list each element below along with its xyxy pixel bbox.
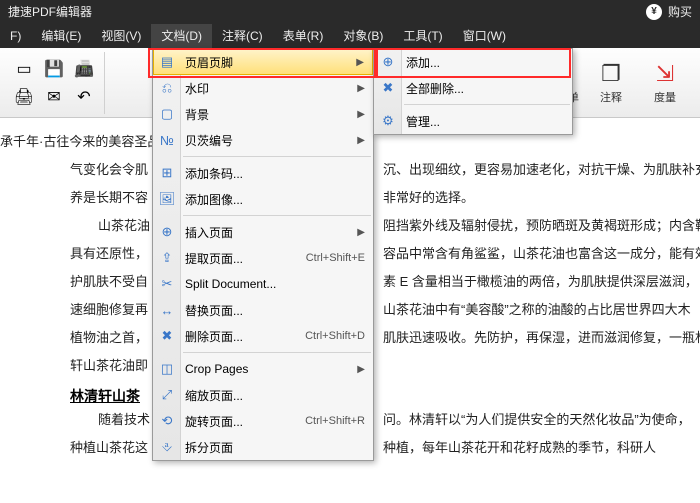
menu-item[interactable]: ◫ Crop Pages ▶ [153,356,373,382]
menu-item-label: 缩放页面... [185,387,243,404]
menu-view[interactable]: 视图(V) [91,24,151,48]
submenu-item-label: 全部删除... [406,80,464,97]
menu-item-label: 替换页面... [185,302,243,319]
scan-icon[interactable]: 📠 [70,56,98,82]
menu-file[interactable]: F) [0,24,31,48]
menu-form[interactable]: 表单(R) [273,24,334,48]
menu-item-label: Split Document... [185,277,276,291]
menu-item-icon: ⊞ [158,165,176,181]
menu-item-label: 删除页面... [185,328,243,345]
print-icon[interactable]: 🖨 [10,84,38,110]
menu-item-icon: ⤢ [158,387,176,403]
menu-item[interactable]: ⎌ 水印 ▶ [153,75,373,101]
menu-item-icon: ⎀ [158,439,176,455]
menu-item-label: 背景 [185,106,209,123]
menu-item-icon: № [158,133,176,148]
menu-item-icon: ✖ [158,328,176,344]
submenu-item-icon: ✖ [379,80,397,96]
menu-tool[interactable]: 工具(T) [393,24,452,48]
menu-item-icon: ▢ [158,106,176,122]
menu-item[interactable]: ✂ Split Document... [153,271,373,297]
chevron-right-icon: ▶ [357,83,365,94]
annotate-icon: ❐ [601,61,621,87]
menu-item-icon: 🖼 [158,191,176,207]
buy-label[interactable]: 购买 [668,0,692,24]
menu-item-icon: ⇪ [158,250,176,266]
menu-item-icon: ⎌ [158,80,176,96]
menu-item[interactable]: ✖删除页面...Ctrl+Shift+D [153,323,373,349]
menu-item-label: 水印 [185,80,209,97]
menu-item[interactable]: ⇪提取页面...Ctrl+Shift+E [153,245,373,271]
submenu-item[interactable]: ✖ 全部删除... [374,75,572,101]
currency-icon[interactable]: ¥ [646,4,662,20]
menu-item[interactable]: ⟲旋转页面...Ctrl+Shift+R [153,408,373,434]
menu-item-label: 插入页面 [185,224,233,241]
submenu-item[interactable]: ⊕ 添加... [374,49,572,75]
annotate-button[interactable]: ❐注释 [586,54,636,112]
menu-item-icon: ✂ [158,276,176,292]
new-doc-icon[interactable]: ▭ [10,56,38,82]
submenu-item-label: 管理... [406,113,440,130]
mail-icon[interactable]: ✉ [40,84,68,110]
titlebar: 捷速PDF编辑器 ¥ 购买 [0,0,700,24]
menu-comment[interactable]: 注释(C) [212,24,273,48]
menu-document[interactable]: 文档(D) [151,24,212,48]
undo-icon[interactable]: ↶ [70,84,98,110]
menu-item-icon: ▤ [158,54,176,70]
menu-item[interactable]: ⊞ 添加条码... [153,160,373,186]
menu-item[interactable]: ↔ 替换页面... [153,297,373,323]
menu-item-label: 添加条码... [185,165,243,182]
menu-item-label: 提取页面... [185,250,243,267]
menu-item[interactable]: ▢ 背景 ▶ [153,101,373,127]
menu-item-icon: ◫ [158,361,176,377]
menu-item[interactable]: ▤ 页眉页脚 ▶ [153,49,373,75]
menu-item-icon: ⟲ [158,413,176,429]
menu-item-label: 添加图像... [185,191,243,208]
chevron-right-icon: ▶ [357,364,365,375]
measure-button[interactable]: ⇲度量 [640,54,690,112]
toolgroup-file: ▭ 💾 📠 🖨 ✉ ↶ [4,52,105,114]
menu-item[interactable]: ⊕ 插入页面 ▶ [153,219,373,245]
header-footer-submenu: ⊕ 添加... ✖ 全部删除... ⚙ 管理... [373,48,573,135]
menu-item-label: Crop Pages [185,362,248,376]
chevron-right-icon: ▶ [357,135,365,146]
menu-edit[interactable]: 编辑(E) [31,24,91,48]
chevron-right-icon: ▶ [357,227,365,238]
menu-item-label: 页眉页脚 [185,54,233,71]
menu-item-icon: ⊕ [158,224,176,240]
app-title: 捷速PDF编辑器 [8,0,92,24]
menu-item[interactable]: № 贝茨编号 ▶ [153,127,373,153]
chevron-right-icon: ▶ [356,57,364,68]
menu-object[interactable]: 对象(B) [333,24,393,48]
menu-item[interactable]: 🖼 添加图像... [153,186,373,212]
menu-item-label: 旋转页面... [185,413,243,430]
menu-item-label: 贝茨编号 [185,132,233,149]
submenu-item-label: 添加... [406,54,440,71]
measure-icon: ⇲ [656,61,674,87]
submenu-item-icon: ⊕ [379,54,397,70]
menu-item-icon: ↔ [158,303,176,318]
menubar: F) 编辑(E) 视图(V) 文档(D) 注释(C) 表单(R) 对象(B) 工… [0,24,700,48]
submenu-item[interactable]: ⚙ 管理... [374,108,572,134]
menu-item[interactable]: ⤢ 缩放页面... [153,382,373,408]
document-menu-dropdown: ▤ 页眉页脚 ▶ ⎌ 水印 ▶ ▢ 背景 ▶ № 贝茨编号 ▶ ⊞ 添加条码... 🖼 添加图像... ⊕ 插入页… [152,48,374,461]
menu-item[interactable]: ⎀ 拆分页面 [153,434,373,460]
menu-item-label: 拆分页面 [185,439,233,456]
menu-window[interactable]: 窗口(W) [453,24,516,48]
chevron-right-icon: ▶ [357,109,365,120]
save-icon[interactable]: 💾 [40,56,68,82]
submenu-item-icon: ⚙ [379,113,397,129]
